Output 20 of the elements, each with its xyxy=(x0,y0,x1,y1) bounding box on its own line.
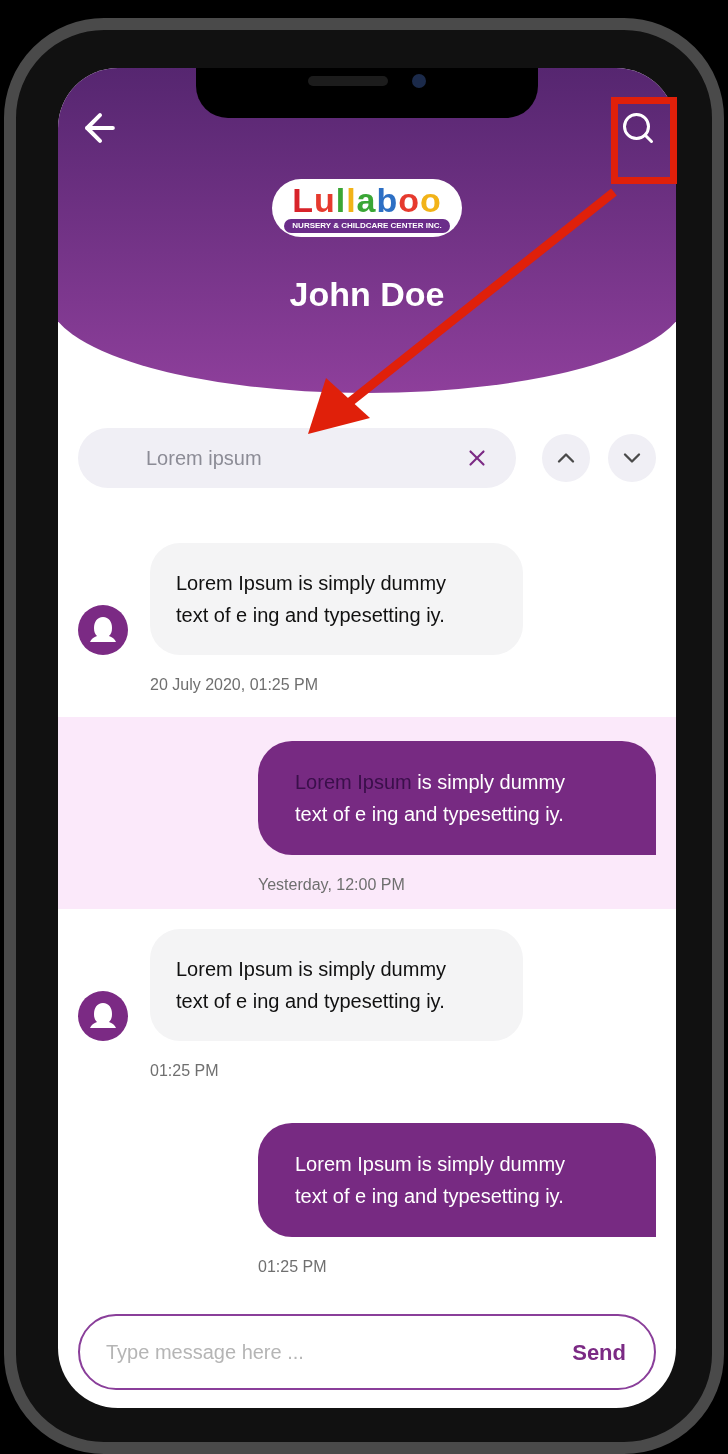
message-text: Lorem Ipsum is simply dummy text of e ing and typesetting iy. xyxy=(176,957,448,1014)
logo-tagline: NURSERY & CHILDCARE CENTER INC. xyxy=(284,219,450,233)
next-match-button[interactable] xyxy=(608,434,656,482)
camera-lens xyxy=(412,74,426,88)
send-button[interactable]: Send xyxy=(572,1335,626,1369)
person-avatar-icon xyxy=(78,605,128,655)
logo-wordmark: Lullaboo xyxy=(292,181,442,219)
message-time: 01:25 PM xyxy=(258,1257,328,1277)
message-input[interactable]: Type message here ... xyxy=(106,1337,573,1367)
message-time: 01:25 PM xyxy=(150,1061,220,1081)
message-composer-bar[interactable]: Type message here ... Send xyxy=(78,1314,656,1390)
message-time: 20 July 2020, 01:25 PM xyxy=(150,675,320,695)
search-icon[interactable] xyxy=(620,110,656,146)
message-text: Lorem Ipsum is simply dummy text of e ing and typesetting iy. xyxy=(295,770,567,827)
message-time: Yesterday, 12:00 PM xyxy=(258,875,406,895)
previous-match-button[interactable] xyxy=(542,434,590,482)
person-avatar-icon xyxy=(78,991,128,1041)
message-text: Lorem Ipsum is simply dummy text of e ing and typesetting iy. xyxy=(295,1152,567,1209)
message-text: Lorem Ipsum is simply dummy text of e ing and typesetting iy. xyxy=(176,571,448,628)
contact-name: John Doe xyxy=(289,274,445,315)
